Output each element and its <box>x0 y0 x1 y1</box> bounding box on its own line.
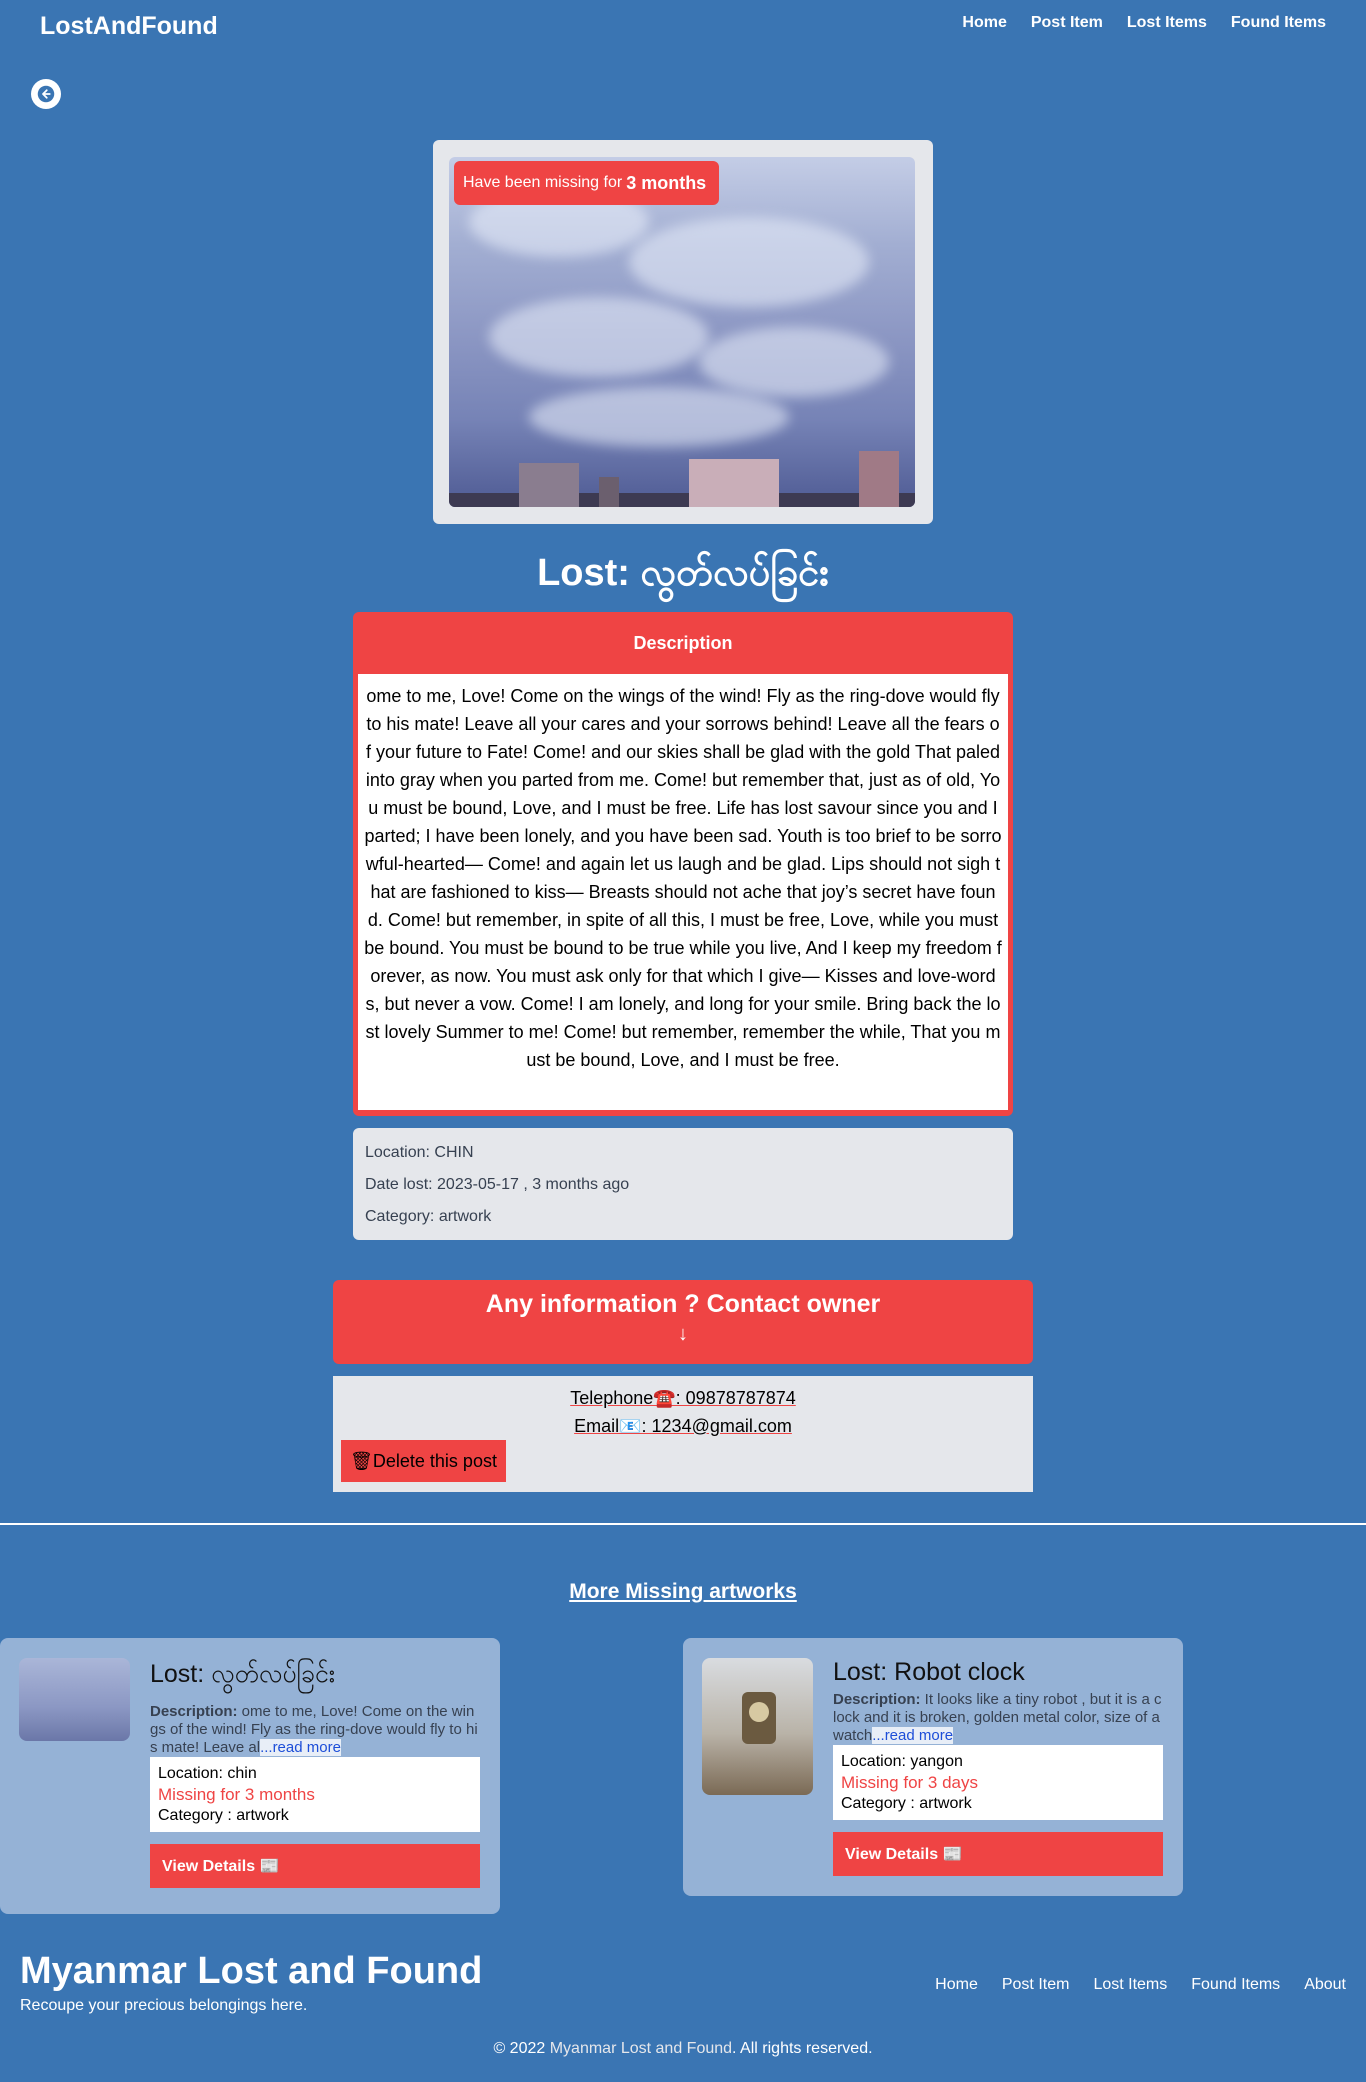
copyright-site-link[interactable]: Myanmar Lost and Found <box>550 2040 732 2057</box>
nav-link-lost-items[interactable]: Lost Items <box>1127 14 1207 32</box>
nav-link-post-item[interactable]: Post Item <box>1031 14 1103 32</box>
telephone-link[interactable]: Telephone☎️: 09878787874 <box>333 1384 1033 1412</box>
card-category: Category : artwork <box>841 1795 972 1812</box>
item-card: Lost: လွတ်လပ်ခြင်း Description: ome to m… <box>0 1638 500 1914</box>
card-location: Location: yangon <box>841 1753 963 1770</box>
item-info-panel: Location: CHIN Date lost: 2023-05-17 , 3… <box>353 1128 1013 1240</box>
card-location: Location: chin <box>158 1765 257 1782</box>
more-missing-heading[interactable]: More Missing artworks <box>0 1580 1366 1604</box>
contact-owner-banner: Any information ? Contact owner ↓ <box>333 1280 1033 1364</box>
card-description-label: Description: <box>150 1703 238 1720</box>
category-text: Category: artwork <box>365 1208 492 1225</box>
contact-title: Any information ? Contact owner <box>485 1290 881 1318</box>
nav-link-found-items[interactable]: Found Items <box>1231 14 1326 32</box>
item-card: Lost: Robot clock Description: It looks … <box>683 1638 1183 1896</box>
footer-link-found-items[interactable]: Found Items <box>1191 1976 1280 1994</box>
footer-links: Home Post Item Lost Items Found Items Ab… <box>935 1976 1346 1994</box>
section-divider <box>0 1523 1366 1525</box>
back-button[interactable] <box>31 79 61 109</box>
missing-prefix: Have been missing for <box>463 174 623 191</box>
arrow-down-icon: ↓ <box>678 1323 688 1345</box>
email-link[interactable]: Email📧: 1234@gmail.com <box>333 1412 1033 1440</box>
read-more-link[interactable]: ...read more <box>260 1739 341 1756</box>
card-title: Lost: Robot clock <box>833 1658 1025 1686</box>
card-description: Description: It looks like a tiny robot … <box>833 1691 1163 1745</box>
delete-post-button[interactable]: 🗑Delete this post <box>341 1440 506 1482</box>
card-description-label: Description: <box>833 1691 921 1708</box>
card-description: Description: ome to me, Love! Come on th… <box>150 1703 480 1757</box>
footer-link-post-item[interactable]: Post Item <box>1002 1976 1070 1994</box>
item-thumbnail <box>702 1658 813 1795</box>
view-details-button[interactable]: View Details 📰 <box>833 1832 1163 1876</box>
arrow-left-icon <box>37 85 55 103</box>
footer-tagline: Recoupe your precious belongings here. <box>20 1997 308 2014</box>
item-photo <box>449 157 915 507</box>
date-lost-text: Date lost: 2023-05-17 , 3 months ago <box>365 1176 630 1193</box>
nav-links: Home Post Item Lost Items Found Items <box>962 14 1326 32</box>
post-title: Lost: လွတ်လပ်ခြင်း <box>537 552 829 594</box>
description-panel: Description ome to me, Love! Come on the… <box>353 612 1013 1116</box>
copyright: © 2022 Myanmar Lost and Found. All right… <box>0 2040 1366 2058</box>
navbar: LostAndFound Home Post Item Lost Items F… <box>0 0 1366 52</box>
footer-link-home[interactable]: Home <box>935 1976 978 1994</box>
description-header: Description <box>633 632 733 653</box>
footer-link-about[interactable]: About <box>1304 1976 1346 1994</box>
location-text: Location: CHIN <box>365 1144 474 1161</box>
nav-link-home[interactable]: Home <box>962 14 1006 32</box>
item-thumbnail <box>19 1658 130 1741</box>
view-details-button[interactable]: View Details 📰 <box>150 1844 480 1888</box>
copyright-suffix: . All rights reserved. <box>732 2040 873 2057</box>
card-category: Category : artwork <box>158 1807 289 1824</box>
card-missing-duration: Missing for 3 days <box>841 1773 978 1792</box>
card-info: Location: yangon Missing for 3 days Cate… <box>833 1745 1163 1820</box>
description-text: ome to me, Love! Come on the wings of th… <box>358 674 1008 1110</box>
brand-logo[interactable]: LostAndFound <box>40 12 218 41</box>
contact-details: Telephone☎️: 09878787874 Email📧: 1234@gm… <box>333 1376 1033 1492</box>
copyright-prefix: © 2022 <box>493 2040 550 2057</box>
footer-title: Myanmar Lost and Found <box>20 1950 483 1992</box>
card-info: Location: chin Missing for 3 months Cate… <box>150 1757 480 1832</box>
missing-duration-badge: Have been missing for 3 months <box>454 161 719 205</box>
card-missing-duration: Missing for 3 months <box>158 1785 315 1804</box>
missing-duration: 3 months <box>626 172 707 193</box>
footer-link-lost-items[interactable]: Lost Items <box>1093 1976 1167 1994</box>
read-more-link[interactable]: ...read more <box>872 1727 954 1744</box>
card-title: Lost: လွတ်လပ်ခြင်း <box>150 1660 336 1688</box>
